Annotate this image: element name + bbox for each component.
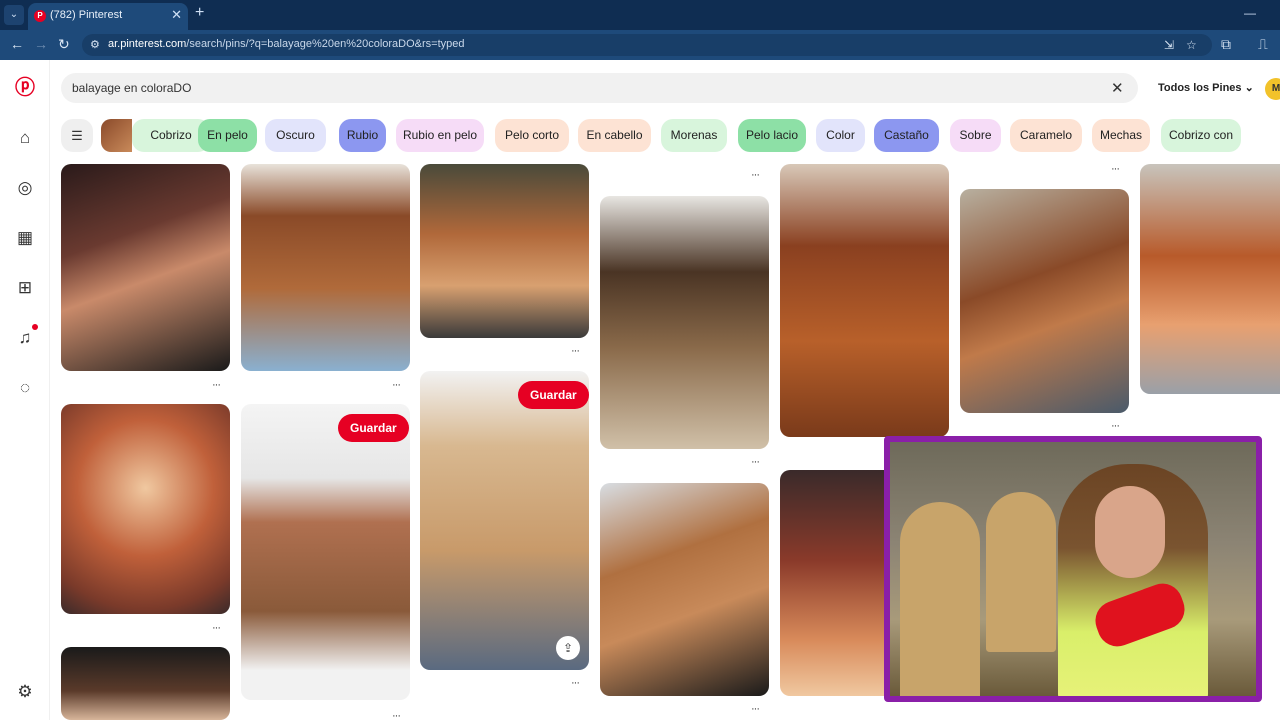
chip-oscuro[interactable]: Oscuro: [265, 119, 326, 152]
more-options-icon[interactable]: ···: [751, 456, 760, 468]
notification-dot: [32, 324, 38, 330]
pin-image[interactable]: [61, 647, 230, 720]
more-options-icon[interactable]: ···: [751, 703, 760, 715]
chip-mechas[interactable]: Mechas: [1092, 119, 1150, 152]
create-icon[interactable]: ⊞: [15, 278, 35, 298]
tab-search-icon[interactable]: ⌄: [4, 5, 24, 25]
home-icon[interactable]: ⌂: [15, 128, 35, 148]
webcam-chair: [986, 492, 1056, 652]
save-button[interactable]: Guardar: [518, 381, 589, 409]
more-options-icon[interactable]: ···: [751, 169, 760, 181]
pin-image[interactable]: [420, 164, 589, 338]
pinterest-favicon-icon: P: [34, 10, 46, 22]
chip-rubio-en-pelo[interactable]: Rubio en pelo: [396, 119, 484, 152]
address-bar: ← → ↻ ⚙ ar.pinterest.com/search/pins/?q=…: [0, 30, 1280, 60]
bookmark-star-icon[interactable]: ☆: [1186, 38, 1197, 52]
save-button[interactable]: Guardar: [338, 414, 409, 442]
more-options-icon[interactable]: ···: [571, 345, 580, 357]
chip-cobrizo-con[interactable]: Cobrizo con: [1161, 119, 1241, 152]
messages-icon[interactable]: ◌: [15, 378, 35, 398]
more-options-icon[interactable]: ···: [392, 379, 401, 391]
chip-thumbnail: [101, 119, 132, 152]
pin-image[interactable]: [780, 164, 949, 437]
chevron-down-icon: ⌄: [1244, 82, 1254, 94]
explore-icon[interactable]: ◎: [15, 178, 35, 198]
window-minimize-icon[interactable]: —: [1244, 6, 1256, 20]
more-options-icon[interactable]: ···: [1111, 163, 1120, 175]
install-app-icon[interactable]: ⇲: [1164, 38, 1174, 52]
url-path: /search/pins/?q=balayage%20en%20coloraDO…: [186, 38, 465, 50]
more-options-icon[interactable]: ···: [571, 677, 580, 689]
more-options-icon[interactable]: ···: [1111, 420, 1120, 432]
webcam-overlay: [884, 436, 1262, 702]
new-tab-icon[interactable]: +: [195, 4, 204, 22]
more-options-icon[interactable]: ···: [212, 379, 221, 391]
pin-image[interactable]: [420, 371, 589, 670]
webcam-chair: [900, 502, 980, 696]
pin-image[interactable]: [61, 404, 230, 614]
tab-close-icon[interactable]: ✕: [171, 7, 182, 23]
extensions-icon[interactable]: ⧉: [1221, 36, 1231, 53]
settings-icon[interactable]: ⚙: [15, 682, 35, 702]
browser-tab-bar: ⌄ P (782) Pinterest ✕ + —: [0, 0, 1280, 30]
chip-castaño[interactable]: Castaño: [874, 119, 939, 152]
chip-rubio[interactable]: Rubio: [339, 119, 386, 152]
url-text: ar.pinterest.com/search/pins/?q=balayage…: [108, 38, 465, 50]
chip-morenas[interactable]: Morenas: [661, 119, 727, 152]
search-input[interactable]: balayage en coloraDO ✕: [61, 73, 1138, 103]
pin-image[interactable]: [241, 164, 410, 371]
filters-icon[interactable]: ☰: [61, 119, 93, 152]
pin-image[interactable]: [1140, 164, 1280, 394]
chip-pelo-corto[interactable]: Pelo corto: [495, 119, 569, 152]
forward-icon[interactable]: →: [34, 36, 48, 52]
pin-image[interactable]: [600, 196, 769, 449]
chip-pelo-lacio[interactable]: Pelo lacio: [738, 119, 806, 152]
chip-en-cabello[interactable]: En cabello: [578, 119, 651, 152]
pinterest-logo-icon[interactable]: ⓟ: [15, 78, 35, 98]
chip-en-pelo[interactable]: En pelo: [198, 119, 257, 152]
notifications-icon[interactable]: ♫: [15, 328, 35, 348]
pin-image[interactable]: [600, 483, 769, 696]
back-icon[interactable]: ←: [10, 36, 24, 52]
clear-search-icon[interactable]: ✕: [1111, 79, 1124, 97]
pin-image[interactable]: [61, 164, 230, 371]
avatar[interactable]: M: [1265, 78, 1280, 100]
share-icon[interactable]: ⇪: [556, 636, 580, 660]
webcam-face: [1095, 486, 1165, 578]
sidebar: ⓟ ⌂ ◎ ▦ ⊞ ♫ ◌ ⚙: [0, 60, 50, 720]
pin-image[interactable]: [241, 404, 410, 700]
more-options-icon[interactable]: ···: [392, 710, 401, 722]
chip-sobre[interactable]: Sobre: [950, 119, 1001, 152]
url-host: ar.pinterest.com: [108, 38, 187, 50]
browser-tab[interactable]: P (782) Pinterest ✕: [28, 3, 188, 30]
chip-color[interactable]: Color: [816, 119, 865, 152]
boards-icon[interactable]: ▦: [15, 228, 35, 248]
profile-icon[interactable]: ⎍: [1258, 36, 1268, 53]
chip-caramelo[interactable]: Caramelo: [1010, 119, 1082, 152]
reload-icon[interactable]: ↻: [58, 36, 70, 53]
tab-title: (782) Pinterest: [50, 9, 123, 21]
site-info-icon[interactable]: ⚙: [90, 38, 100, 51]
search-value: balayage en coloraDO: [72, 81, 192, 95]
url-field[interactable]: ⚙ ar.pinterest.com/search/pins/?q=balaya…: [82, 34, 1212, 56]
pin-filter-dropdown[interactable]: Todos los Pines ⌄: [1158, 81, 1254, 94]
more-options-icon[interactable]: ···: [212, 622, 221, 634]
pin-filter-label: Todos los Pines: [1158, 82, 1242, 94]
pin-image[interactable]: [960, 189, 1129, 413]
